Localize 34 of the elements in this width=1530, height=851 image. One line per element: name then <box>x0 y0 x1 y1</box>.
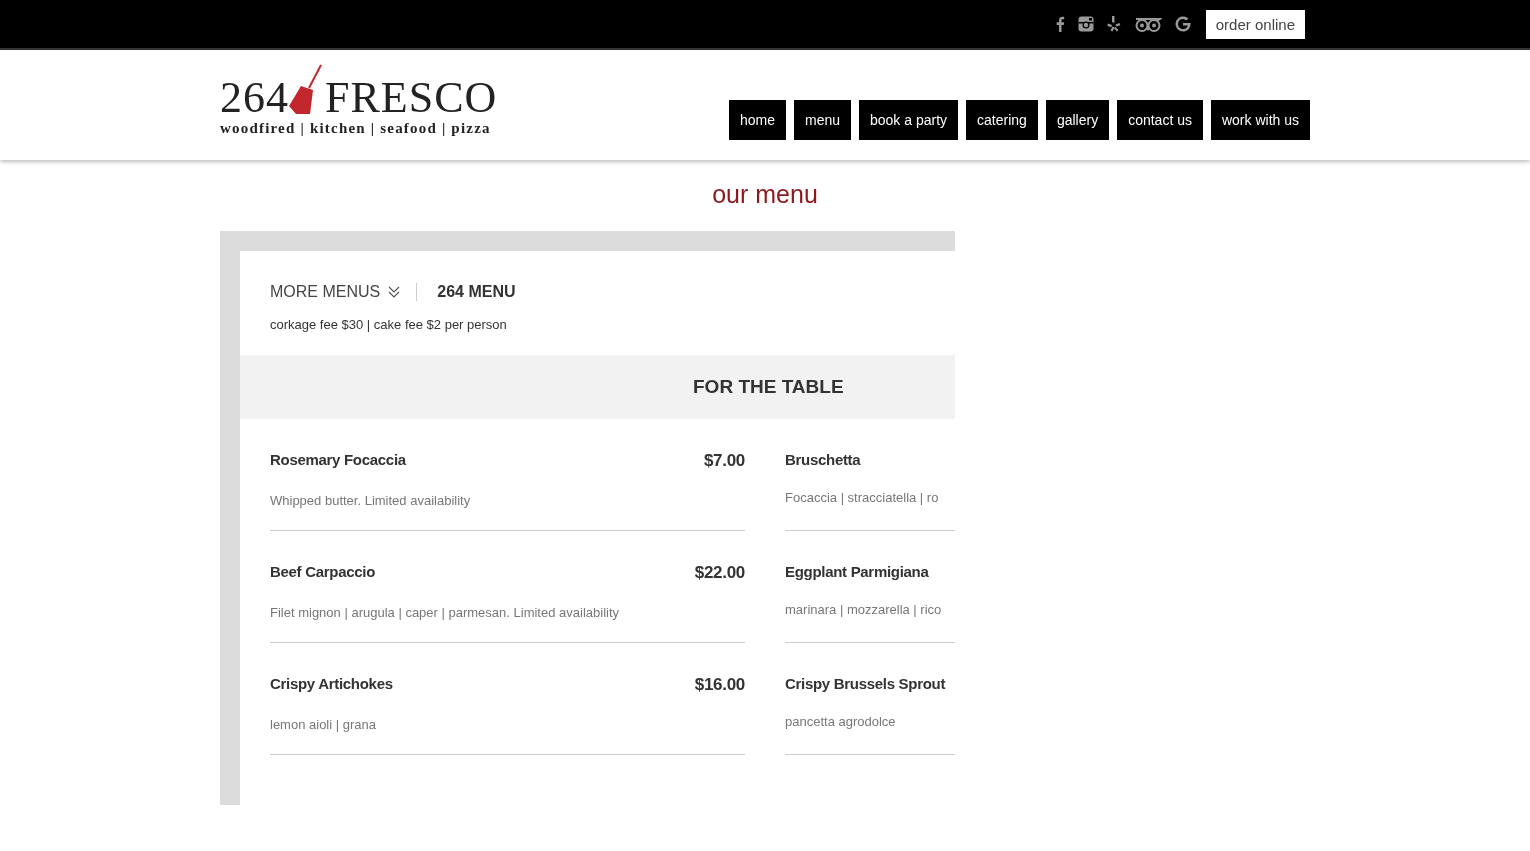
item-description: Filet mignon | arugula | caper | parmesan. Limited availability <box>270 605 621 620</box>
item-name: Beef Carpaccio <box>270 563 375 582</box>
nav-link[interactable]: catering <box>966 100 1038 140</box>
item-name: Crispy Brussels Sprout <box>785 675 946 692</box>
nav-link[interactable]: contact us <box>1117 100 1203 140</box>
item-name: Rosemary Focaccia <box>270 451 406 470</box>
page-title: our menu <box>711 180 819 210</box>
item-description: lemon aioli | grana <box>270 717 377 732</box>
item-price: $7.00 <box>703 451 745 471</box>
facebook-icon[interactable] <box>1054 16 1065 32</box>
item-name: Eggplant Parmigiana <box>785 563 929 580</box>
google-icon[interactable] <box>1174 16 1191 32</box>
item-price: $22.00 <box>694 563 745 583</box>
section-header: FOR THE TABLE <box>240 355 955 419</box>
nav-link[interactable]: home <box>728 100 786 140</box>
item-name: Bruschetta <box>785 451 861 468</box>
more-menus-button[interactable]: MORE MENUS <box>270 283 401 301</box>
item-description: marinara | mozzarella | rico <box>785 602 943 617</box>
item-name: Crispy Artichokes <box>270 675 393 694</box>
logo[interactable]: 264 FRESCO woodfired | kitchen | seafood | pizza <box>220 50 498 137</box>
nav-link[interactable]: book a party <box>859 100 959 140</box>
menu-tab[interactable]: 264 MENU <box>433 283 516 301</box>
item-price: $16.00 <box>694 675 745 695</box>
item-description: Focaccia | stracciatella | ro <box>785 490 940 505</box>
menu-note: corkage fee $30 | cake fee $2 per person <box>270 317 508 334</box>
camera-icon[interactable] <box>1077 16 1094 32</box>
owl-icon[interactable] <box>1133 16 1162 32</box>
nav-link[interactable]: work with us <box>1210 100 1310 140</box>
item-description: Whipped butter. Limited availability <box>270 493 472 508</box>
nav-link[interactable]: gallery <box>1045 100 1110 140</box>
order-online-button[interactable]: order online <box>1205 9 1305 39</box>
item-description: pancetta agrodolce <box>785 714 897 729</box>
double-chevron-icon <box>388 285 401 299</box>
nav-link[interactable]: menu <box>794 100 851 140</box>
